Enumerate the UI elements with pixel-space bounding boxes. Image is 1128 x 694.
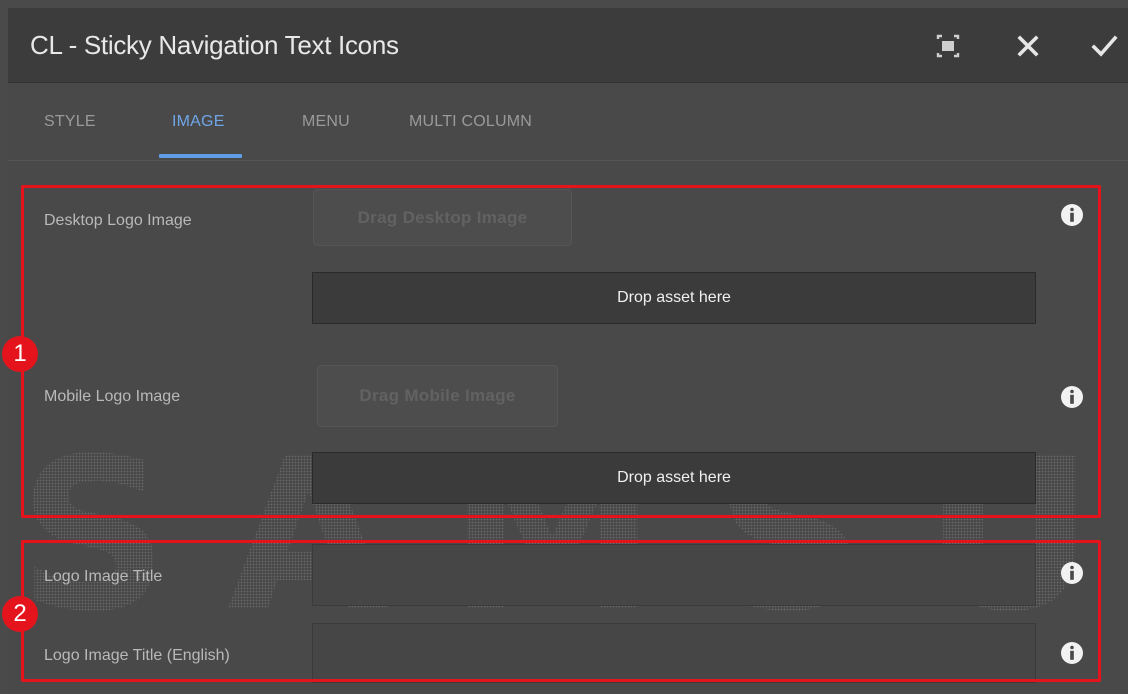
logo-title-label: Logo Image Title (44, 568, 163, 585)
annotation-badge-1: 1 (2, 336, 38, 372)
logo-title-input[interactable] (312, 544, 1036, 606)
tab-bar: STYLE IMAGE MENU MULTI COLUMN (8, 83, 1128, 161)
drag-desktop-image-button[interactable]: Drag Desktop Image (313, 189, 572, 246)
mobile-image-dropzone[interactable]: Drop asset here (312, 452, 1036, 504)
info-icon[interactable] (1060, 641, 1084, 665)
info-icon[interactable] (1060, 561, 1084, 585)
info-icon[interactable] (1060, 385, 1084, 409)
annotation-badge-2: 2 (2, 596, 38, 632)
tab-image[interactable]: IMAGE (172, 113, 225, 131)
tab-style[interactable]: STYLE (44, 113, 96, 131)
desktop-image-dropzone[interactable]: Drop asset here (312, 272, 1036, 324)
active-tab-indicator (159, 154, 242, 158)
desktop-logo-label: Desktop Logo Image (44, 212, 192, 229)
tab-menu[interactable]: MENU (302, 113, 350, 131)
dialog-body: STYLE IMAGE MENU MULTI COLUMN SAMSUNG De… (8, 83, 1128, 694)
dialog-title: CL - Sticky Navigation Text Icons (30, 30, 399, 60)
check-icon[interactable] (1088, 30, 1120, 62)
info-icon[interactable] (1060, 203, 1084, 227)
tab-multi-column[interactable]: MULTI COLUMN (409, 113, 532, 131)
logo-title-english-input[interactable] (312, 623, 1036, 683)
mobile-logo-label: Mobile Logo Image (44, 388, 181, 405)
fullscreen-icon[interactable] (932, 30, 964, 62)
logo-title-english-label: Logo Image Title (English) (44, 647, 230, 664)
close-icon[interactable] (1012, 30, 1044, 62)
dialog-header: CL - Sticky Navigation Text Icons (8, 8, 1128, 83)
drag-mobile-image-button[interactable]: Drag Mobile Image (317, 365, 558, 427)
